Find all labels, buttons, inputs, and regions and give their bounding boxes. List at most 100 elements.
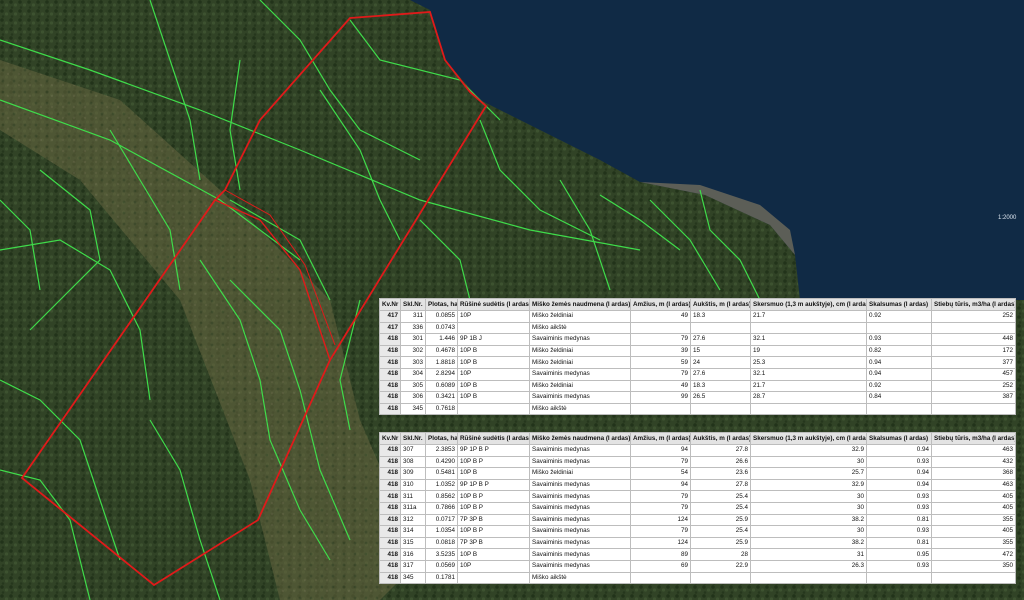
table-cell: 0.93 xyxy=(866,525,932,538)
table-cell: 418 xyxy=(379,513,401,527)
table-cell: 0.6089 xyxy=(425,379,458,393)
table-cell: 0.3421 xyxy=(425,391,458,404)
table-row[interactable]: 418 345 0.7618 Miško aikštė xyxy=(379,402,1016,416)
table-cell xyxy=(457,571,530,585)
table-cell: 301 xyxy=(400,333,426,346)
table-cell: 418 xyxy=(379,467,401,480)
table-row[interactable]: 418 312 0.0717 7P 3P B Savaiminis medynas 124… xyxy=(379,513,1016,527)
column-header: Skl.Nr. xyxy=(400,298,426,311)
table-cell: 49 xyxy=(630,379,691,393)
table-cell: Savaiminis medynas xyxy=(529,391,631,404)
column-header: Amžius, m (I ardas) xyxy=(630,298,691,311)
table-cell: 311 xyxy=(400,310,426,323)
table-cell: 7P 3P B xyxy=(457,536,530,550)
table-cell: 9P 1P B P xyxy=(457,478,530,492)
table-row[interactable]: 418 345 0.1781 Miško aikštė xyxy=(379,571,1016,585)
table-cell: 22.9 xyxy=(690,559,751,573)
table-cell: 31 xyxy=(750,548,867,561)
table-cell: 28 xyxy=(690,548,751,561)
table-cell: 24 xyxy=(690,356,751,369)
table-cell: 418 xyxy=(379,344,401,358)
table-row[interactable]: 418 309 0.5481 10P B Miško želdiniai 54 23.6 25… xyxy=(379,467,1016,480)
table-cell: Savaiminis medynas xyxy=(529,559,631,573)
table-cell: Savaiminis medynas xyxy=(529,333,631,346)
column-header: Kv.Nr xyxy=(379,432,401,445)
table-cell: 10P B P xyxy=(457,525,530,538)
table-row[interactable]: 417 311 0.0855 10P Miško želdiniai 49 18.3 21.7… xyxy=(379,310,1016,323)
table-row[interactable]: 418 316 3.5235 10P B Savaiminis medynas 89 28 3… xyxy=(379,548,1016,561)
table-row[interactable]: 418 315 0.0818 7P 3P B Savaiminis medynas 124… xyxy=(379,536,1016,550)
table-row[interactable]: 418 303 1.8818 10P B Miško želdiniai 59 24 25.3… xyxy=(379,356,1016,369)
table-cell: 418 xyxy=(379,478,401,492)
table-cell: 9P 1B J xyxy=(457,333,530,346)
table-cell: 124 xyxy=(630,536,691,550)
table-cell: Miško aikštė xyxy=(529,571,631,585)
table-cell: 25.4 xyxy=(690,525,751,538)
table-cell xyxy=(630,321,691,335)
table-row[interactable]: 418 301 1.446 9P 1B J Savaiminis medynas 79 27… xyxy=(379,333,1016,346)
table-row[interactable]: 418 306 0.3421 10P B Savaiminis medynas 99 26.… xyxy=(379,391,1016,404)
map-scale-label: 1:2000 xyxy=(998,215,1017,221)
column-header: Skersmuo (1,3 m aukštyje), cm (I ardas) xyxy=(750,432,867,445)
table-cell: 1.446 xyxy=(425,333,458,346)
table-cell xyxy=(931,321,1016,335)
table-cell: 38.2 xyxy=(750,513,867,527)
table-cell: 10P B xyxy=(457,467,530,480)
table-cell: 10P B xyxy=(457,379,530,393)
table-cell: 0.94 xyxy=(866,478,932,492)
table-cell: 418 xyxy=(379,501,401,515)
table-cell: 10P xyxy=(457,367,530,381)
table-cell: Miško aikštė xyxy=(529,321,631,335)
table-cell: 377 xyxy=(931,356,1016,369)
table-cell: 0.94 xyxy=(866,467,932,480)
table-cell: Savaiminis medynas xyxy=(529,444,631,457)
table-cell: 10P xyxy=(457,310,530,323)
table-cell: 30 xyxy=(750,525,867,538)
table-cell: 0.0569 xyxy=(425,559,458,573)
table-cell: 0.0855 xyxy=(425,310,458,323)
table-cell: 0.4678 xyxy=(425,344,458,358)
table-cell: 27.8 xyxy=(690,444,751,457)
table-cell: Miško želdiniai xyxy=(529,310,631,323)
table-cell: 0.7866 xyxy=(425,501,458,515)
table-cell: 10P B xyxy=(457,356,530,369)
column-header: Skersmuo (1,3 m aukštyje), cm (I ardas) xyxy=(750,298,867,311)
table-cell: 3.5235 xyxy=(425,548,458,561)
table-cell: 1.0352 xyxy=(425,478,458,492)
table-row[interactable]: 417 336 0.0743 Miško aikštė xyxy=(379,321,1016,335)
table-cell xyxy=(866,402,932,416)
table-cell: 89 xyxy=(630,548,691,561)
table-cell: 0.92 xyxy=(866,379,932,393)
table-row[interactable]: 418 302 0.4678 10P B Miško želdiniai 39 15 19 0.… xyxy=(379,344,1016,358)
table-cell: Savaiminis medynas xyxy=(529,455,631,469)
table-cell: 79 xyxy=(630,525,691,538)
column-header: Rūšinė sudėtis (I ardas) xyxy=(457,298,530,311)
table-cell: 418 xyxy=(379,379,401,393)
table-row[interactable]: 418 304 2.8294 10P Savaiminis medynas 79 27.6 3… xyxy=(379,367,1016,381)
table-cell: 79 xyxy=(630,501,691,515)
table-cell: 0.84 xyxy=(866,391,932,404)
table-row[interactable]: 418 311 0.8562 10P B P Savaiminis medynas 79 2… xyxy=(379,490,1016,503)
table-cell: 94 xyxy=(630,478,691,492)
table-row[interactable]: 418 308 0.4290 10P B P Savaiminis medynas 79 2… xyxy=(379,455,1016,469)
table-row[interactable]: 418 310 1.0352 9P 1P B P Savaiminis medynas 9… xyxy=(379,478,1016,492)
table-row[interactable]: 418 317 0.0569 10P Savaiminis medynas 69 22.9 2… xyxy=(379,559,1016,573)
table-cell: 0.0818 xyxy=(425,536,458,550)
column-header: Miško žemės naudmena (I ardas) xyxy=(529,298,631,311)
table-cell: 1.0354 xyxy=(425,525,458,538)
column-header: Aukštis, m (I ardas) xyxy=(690,432,751,445)
table-cell: 314 xyxy=(400,525,426,538)
table-cell: 1.8818 xyxy=(425,356,458,369)
table-cell: 418 xyxy=(379,391,401,404)
table-cell: 405 xyxy=(931,525,1016,538)
table-cell: 0.93 xyxy=(866,333,932,346)
table-row[interactable]: 418 307 2.3853 9P 1P B P Savaiminis medynas 9… xyxy=(379,444,1016,457)
table-row[interactable]: 418 305 0.6089 10P B Miško želdiniai 49 18.3 21… xyxy=(379,379,1016,393)
table-cell: 0.94 xyxy=(866,367,932,381)
table-row[interactable]: 418 314 1.0354 10P B P Savaiminis medynas 79 2… xyxy=(379,525,1016,538)
table-cell: 345 xyxy=(400,571,426,585)
table-row[interactable]: 418 311a 0.7866 10P B P Savaiminis medynas 79… xyxy=(379,501,1016,515)
table-cell: 59 xyxy=(630,356,691,369)
table-cell: 418 xyxy=(379,548,401,561)
table-cell: 317 xyxy=(400,559,426,573)
